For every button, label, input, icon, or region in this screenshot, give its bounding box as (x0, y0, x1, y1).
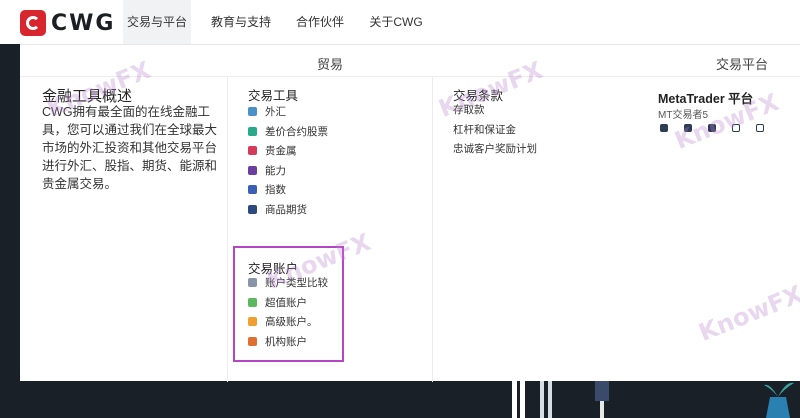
nav-partners[interactable]: 合作伙伴 (292, 0, 348, 44)
value-account-icon (248, 297, 257, 307)
trading-tools-list: 外汇 差价合约股票 贵金属 能力 指数 商品期货 (248, 102, 328, 219)
top-navbar: CWG 交易与平台 教育与支持 合作伙伴 关于CWG (0, 0, 800, 44)
premium-account-icon (248, 317, 257, 327)
header-trade-label: 贸易 (317, 57, 344, 72)
menu-item-precious-metals[interactable]: 贵金属 (248, 141, 328, 161)
compare-icon (248, 278, 257, 288)
energy-icon (248, 165, 257, 175)
logo-text: CWG (51, 10, 116, 36)
menu-item-forex[interactable]: 外汇 (248, 102, 328, 122)
menu-item-leverage-margin[interactable]: 杠杆和保证金 (453, 121, 537, 141)
cwg-logo-icon (20, 10, 46, 36)
windows-icon[interactable] (660, 124, 668, 132)
web-icon[interactable] (756, 124, 764, 132)
column-divider (432, 77, 433, 382)
menu-item-energy[interactable]: 能力 (248, 161, 328, 181)
institutional-account-icon (248, 336, 257, 346)
menu-item-value-account[interactable]: 超值账户 (248, 293, 328, 313)
people-illustration (512, 381, 609, 418)
cwg-logo[interactable]: CWG (20, 10, 115, 36)
trading-dropdown-panel: 贸易 交易平台 金融工具概述 CWG拥有最全面的在线金融工具，您可以通过我们在全… (20, 44, 800, 382)
nav-education-support[interactable]: 教育与支持 (208, 0, 274, 44)
cfd-stocks-icon (248, 126, 257, 136)
nav-about-cwg[interactable]: 关于CWG (366, 0, 426, 44)
precious-metals-icon (248, 146, 257, 156)
plant-illustration (764, 382, 794, 418)
menu-item-institutional-account[interactable]: 机构账户 (248, 332, 328, 352)
menu-item-premium-account[interactable]: 高级账户。 (248, 312, 328, 332)
menu-item-commodity-futures[interactable]: 商品期货 (248, 200, 328, 220)
header-platform-label: 交易平台 (716, 57, 769, 72)
nav-trading-platform[interactable]: 交易与平台 (123, 0, 191, 44)
index-icon (248, 185, 257, 195)
menu-item-index[interactable]: 指数 (248, 180, 328, 200)
menu-item-cfd-stocks[interactable]: 差价合约股票 (248, 122, 328, 142)
overview-description: CWG拥有最全面的在线金融工具，您可以通过我们在全球最大市场的外汇投资和其他交易… (42, 105, 218, 191)
commodity-futures-icon (248, 204, 257, 214)
forex-icon (248, 107, 257, 117)
menu-item-loyalty-program[interactable]: 忠诚客户奖励计划 (453, 140, 537, 160)
